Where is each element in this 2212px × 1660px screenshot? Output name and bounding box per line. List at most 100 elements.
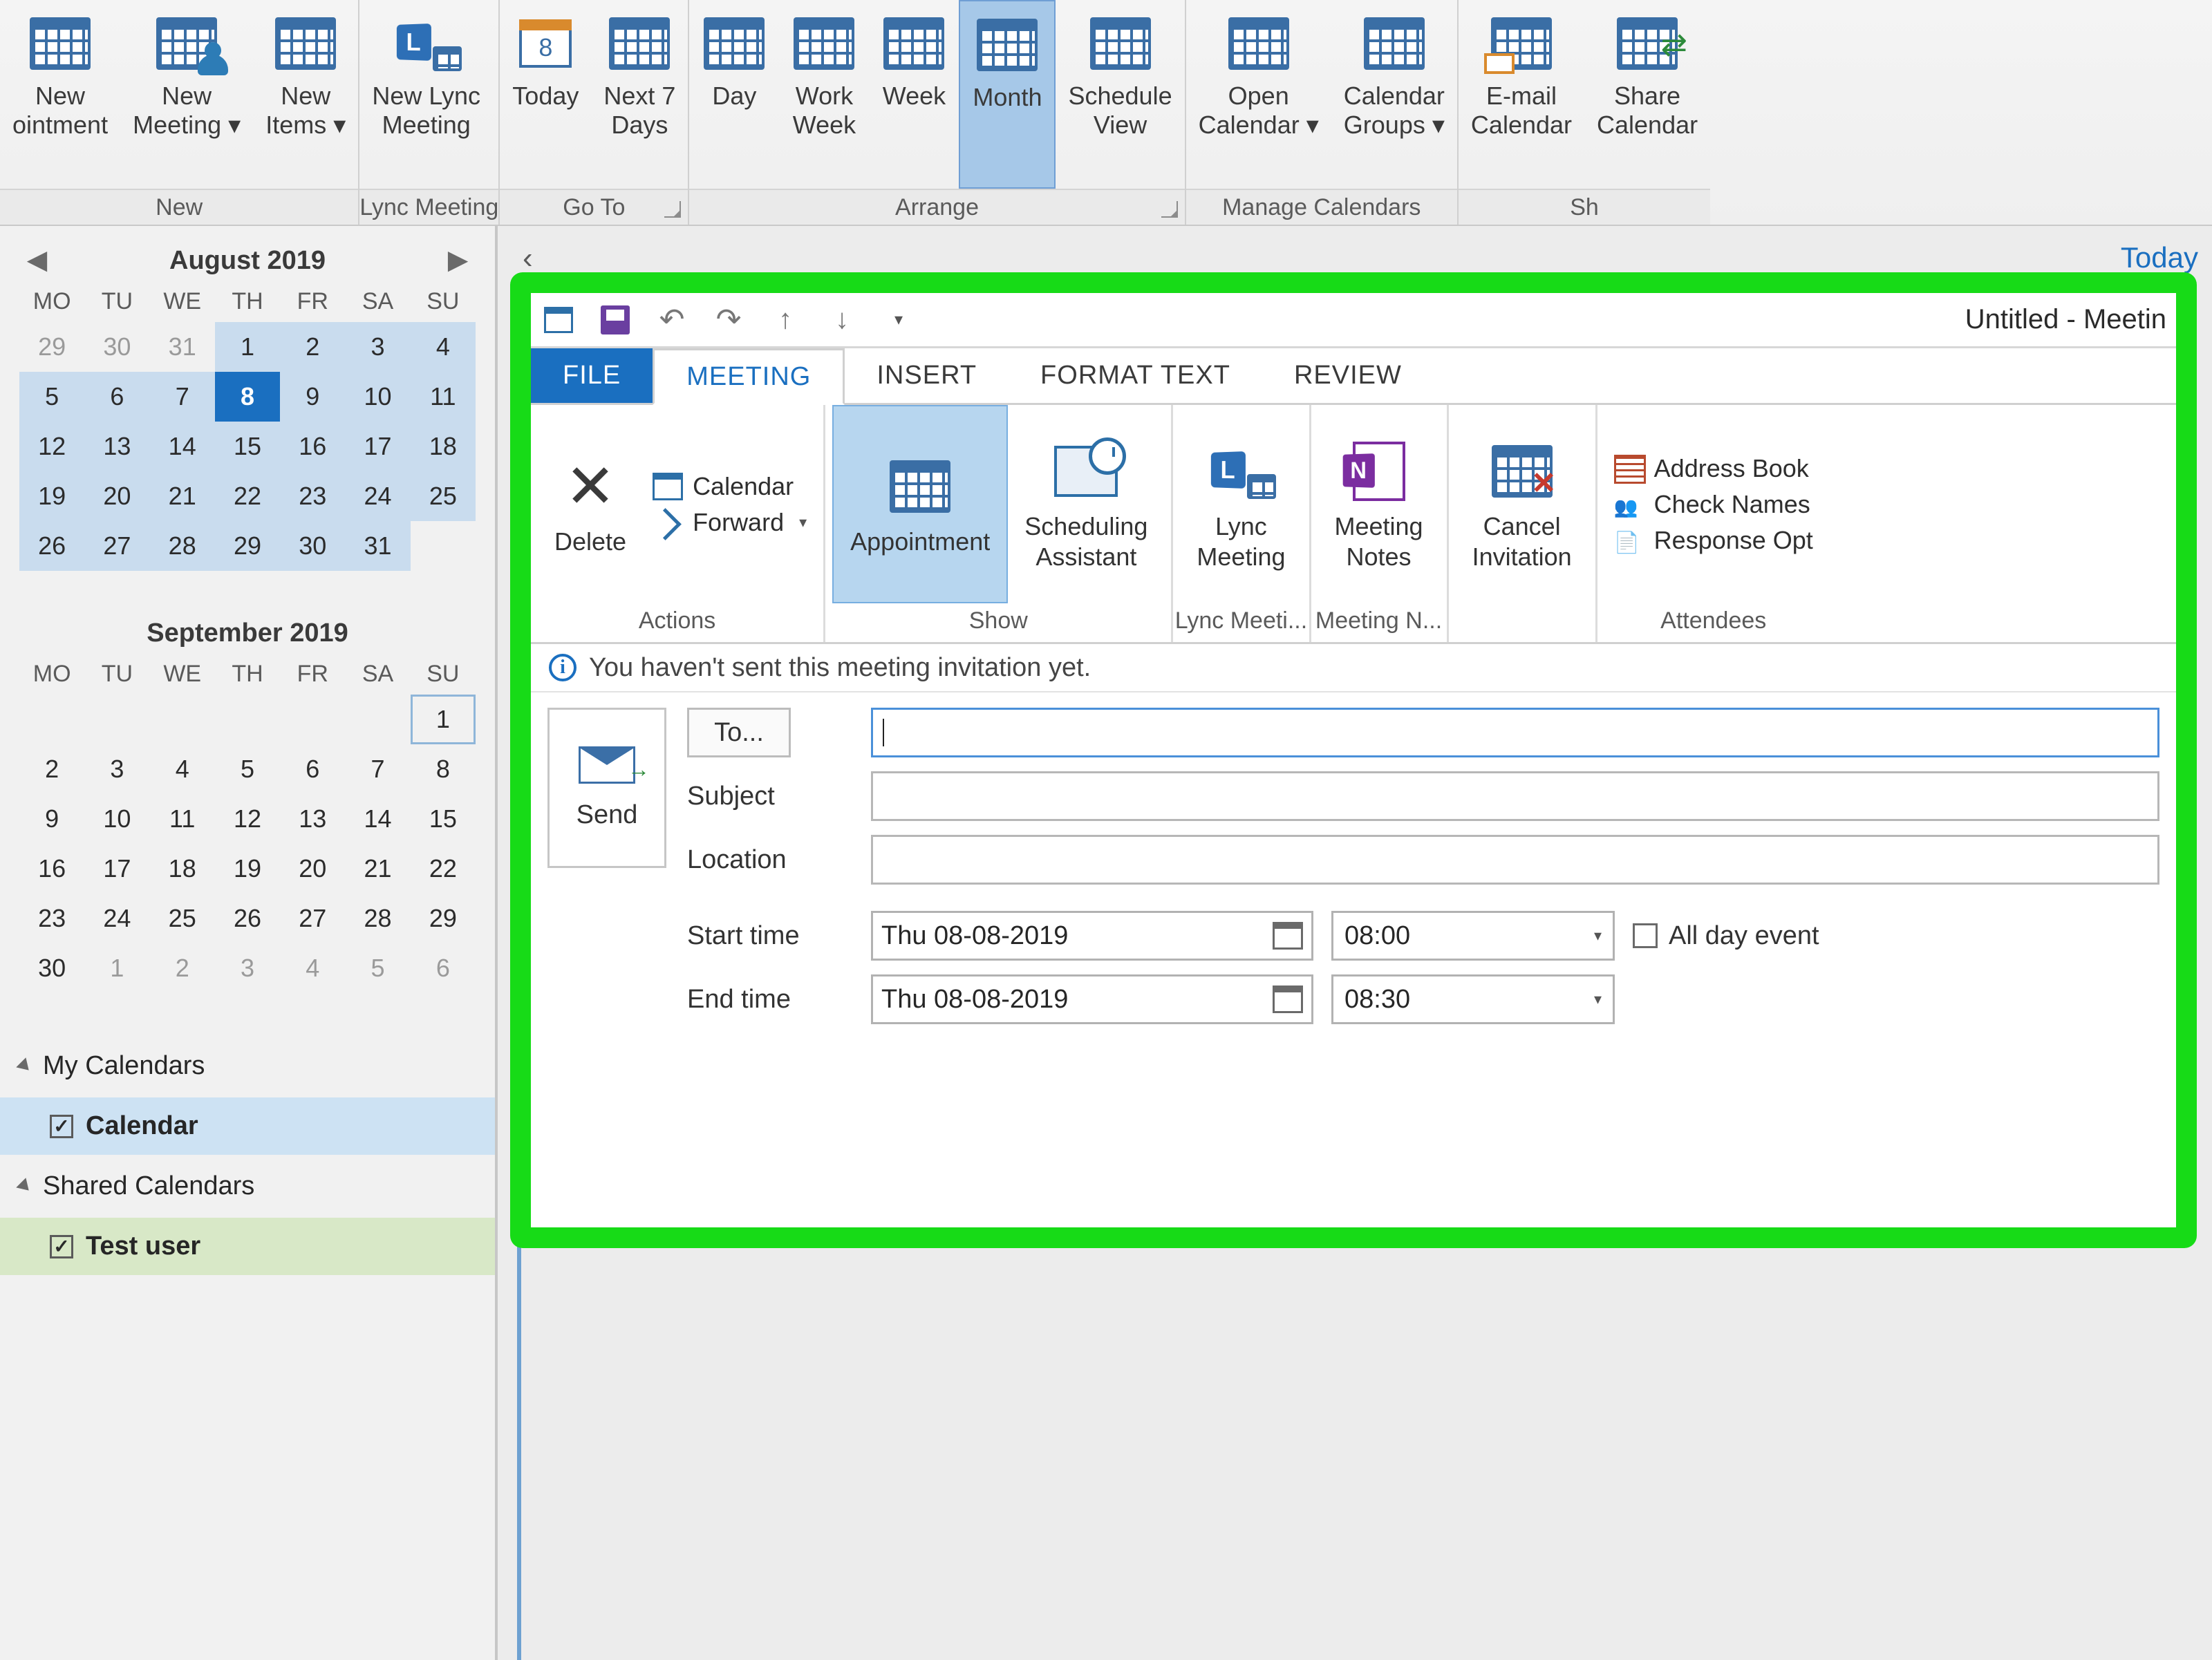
next-item-icon[interactable]: ↓ xyxy=(825,303,859,337)
share-calendar-button[interactable]: ⇄Share Calendar xyxy=(1584,0,1710,189)
calendar-day[interactable]: 5 xyxy=(19,372,84,422)
scheduling-assistant-button[interactable]: Scheduling Assistant xyxy=(1008,405,1164,603)
day-view-button[interactable]: Day xyxy=(689,0,779,189)
calendar-day[interactable]: 9 xyxy=(19,794,84,844)
subject-field[interactable] xyxy=(871,771,2159,821)
calendar-day[interactable]: 3 xyxy=(345,322,410,372)
today-button[interactable]: 8Today xyxy=(500,0,591,189)
start-date-picker[interactable]: Thu 08-08-2019 xyxy=(871,911,1313,961)
calendar-day[interactable]: 19 xyxy=(215,844,280,894)
calendar-day[interactable]: 31 xyxy=(150,322,215,372)
to-field[interactable] xyxy=(871,708,2159,757)
calendar-day[interactable]: 10 xyxy=(84,794,149,844)
calendar-day[interactable]: 18 xyxy=(150,844,215,894)
dialog-launcher-icon[interactable] xyxy=(664,201,681,218)
calendar-day[interactable]: 26 xyxy=(215,894,280,943)
calendar-day[interactable]: 29 xyxy=(411,894,476,943)
address-book-button[interactable]: Address Book xyxy=(1614,454,1813,483)
calendar-list-item[interactable]: Calendar xyxy=(0,1097,495,1155)
calendar-day[interactable]: 16 xyxy=(19,844,84,894)
calendar-day[interactable]: 12 xyxy=(215,794,280,844)
calendar-day[interactable]: 3 xyxy=(215,943,280,993)
calendar-day[interactable]: 29 xyxy=(215,521,280,571)
prev-month-icon[interactable]: ◀ xyxy=(28,245,47,274)
calendar-day[interactable]: 27 xyxy=(84,521,149,571)
calendar-list-item[interactable]: Test user xyxy=(0,1218,495,1275)
calendar-day[interactable]: 6 xyxy=(280,744,345,794)
open-calendar-button[interactable]: Open Calendar ▾ xyxy=(1186,0,1331,189)
calendar-day[interactable]: 13 xyxy=(280,794,345,844)
calendar-day[interactable]: 3 xyxy=(84,744,149,794)
calendar-day[interactable]: 1 xyxy=(84,943,149,993)
calendar-day[interactable]: 27 xyxy=(280,894,345,943)
calendar-picker-icon[interactable] xyxy=(1273,922,1303,950)
next7days-button[interactable]: Next 7 Days xyxy=(591,0,688,189)
calendar-day[interactable]: 4 xyxy=(280,943,345,993)
week-view-button[interactable]: Week xyxy=(869,0,959,189)
calendar-group-header[interactable]: Shared Calendars xyxy=(0,1155,495,1218)
calendar-day[interactable]: 30 xyxy=(19,943,84,993)
lync-meeting-button[interactable]: LLync Meeting xyxy=(1180,405,1302,603)
undo-icon[interactable]: ↶ xyxy=(655,303,688,337)
workweek-view-button[interactable]: Work Week xyxy=(779,0,869,189)
dialog-launcher-icon[interactable] xyxy=(1161,201,1178,218)
calendar-day[interactable]: 15 xyxy=(411,794,476,844)
end-date-picker[interactable]: Thu 08-08-2019 xyxy=(871,974,1313,1024)
calendar-day[interactable]: 17 xyxy=(345,422,410,471)
calendar-day[interactable]: 4 xyxy=(411,322,476,372)
calendar-day[interactable]: 21 xyxy=(150,471,215,521)
calendar-picker-icon[interactable] xyxy=(1273,985,1303,1013)
chevron-down-icon[interactable] xyxy=(1594,927,1602,945)
tab-meeting[interactable]: MEETING xyxy=(653,348,845,405)
new-items-button[interactable]: New Items ▾ xyxy=(253,0,358,189)
calendar-day[interactable]: 17 xyxy=(84,844,149,894)
calendar-day[interactable]: 15 xyxy=(215,422,280,471)
calendar-button[interactable]: Calendar xyxy=(653,472,807,501)
cancel-invitation-button[interactable]: Cancel Invitation xyxy=(1456,405,1588,603)
calendar-day[interactable]: 12 xyxy=(19,422,84,471)
calendar-day[interactable]: 11 xyxy=(150,794,215,844)
calendar-day[interactable]: 22 xyxy=(215,471,280,521)
new-lync-meeting-button[interactable]: LNew Lync Meeting xyxy=(359,0,493,189)
checkbox-icon[interactable] xyxy=(50,1235,73,1258)
forward-button[interactable]: Forward xyxy=(653,508,807,537)
send-button[interactable]: Send xyxy=(547,708,666,868)
calendar-day[interactable]: 2 xyxy=(150,943,215,993)
tab-format-text[interactable]: FORMAT TEXT xyxy=(1009,348,1262,403)
month-view-button[interactable]: Month xyxy=(959,0,1056,189)
meeting-notes-button[interactable]: Meeting Notes xyxy=(1318,405,1440,603)
appointment-button[interactable]: Appointment xyxy=(832,405,1008,603)
next-month-icon[interactable]: ▶ xyxy=(448,245,467,274)
calendar-day[interactable]: 25 xyxy=(411,471,476,521)
response-options-button[interactable]: Response Opt xyxy=(1614,526,1813,555)
calendar-day[interactable]: 6 xyxy=(411,943,476,993)
calendar-day[interactable]: 10 xyxy=(345,372,410,422)
calendar-day[interactable]: 5 xyxy=(215,744,280,794)
calendar-day[interactable]: 18 xyxy=(411,422,476,471)
collapse-pane-icon[interactable]: ‹ xyxy=(523,241,533,276)
calendar-day[interactable]: 30 xyxy=(280,521,345,571)
calendar-day[interactable]: 22 xyxy=(411,844,476,894)
start-time-picker[interactable]: 08:00 xyxy=(1331,911,1615,961)
calendar-day[interactable]: 16 xyxy=(280,422,345,471)
calendar-day[interactable]: 31 xyxy=(345,521,410,571)
calendar-day[interactable]: 1 xyxy=(215,322,280,372)
calendar-day[interactable]: 1 xyxy=(411,695,476,744)
schedule-view-button[interactable]: Schedule View xyxy=(1056,0,1184,189)
chevron-down-icon[interactable] xyxy=(1594,990,1602,1008)
calendar-day[interactable]: 8 xyxy=(411,744,476,794)
calendar-day[interactable]: 23 xyxy=(280,471,345,521)
previous-item-icon[interactable]: ↑ xyxy=(769,303,802,337)
calendar-day[interactable]: 20 xyxy=(84,471,149,521)
calendar-day[interactable]: 5 xyxy=(345,943,410,993)
calendar-groups-button[interactable]: Calendar Groups ▾ xyxy=(1331,0,1457,189)
all-day-checkbox[interactable]: All day event xyxy=(1633,921,1819,951)
today-link[interactable]: Today xyxy=(2121,241,2198,274)
calendar-day[interactable]: 24 xyxy=(84,894,149,943)
calendar-day[interactable]: 13 xyxy=(84,422,149,471)
calendar-day[interactable]: 20 xyxy=(280,844,345,894)
calendar-day[interactable]: 9 xyxy=(280,372,345,422)
location-field[interactable] xyxy=(871,835,2159,885)
email-calendar-button[interactable]: E-mail Calendar xyxy=(1459,0,1584,189)
calendar-day[interactable]: 28 xyxy=(345,894,410,943)
